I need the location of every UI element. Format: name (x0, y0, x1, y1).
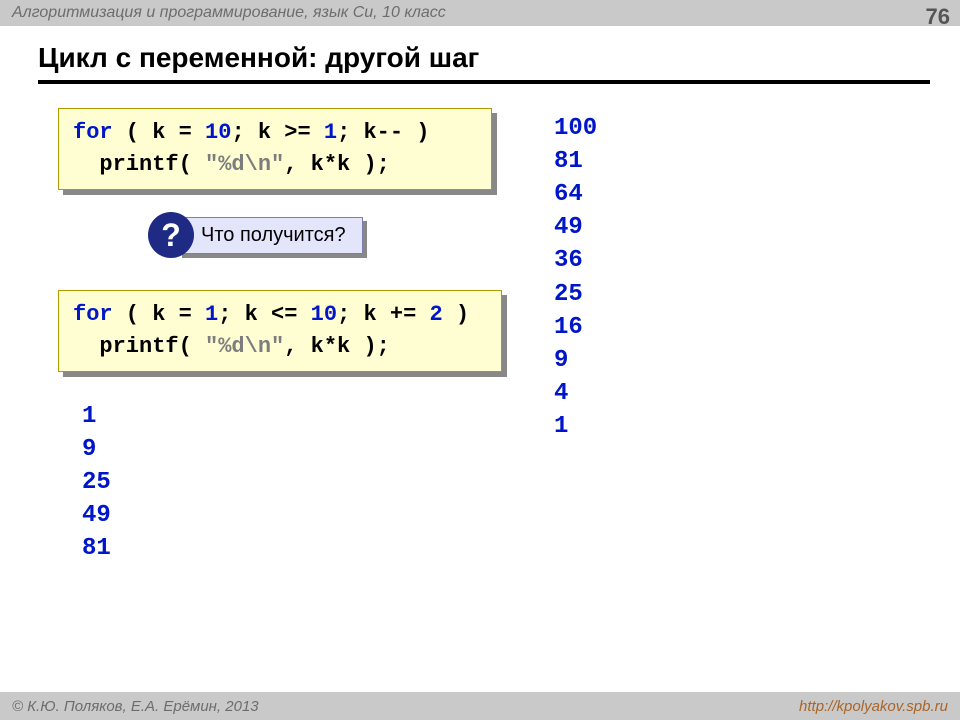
output-left: 1 9 25 49 81 (82, 400, 111, 566)
question-text: Что получится? (178, 217, 363, 254)
footer-url: http://kpolyakov.spb.ru (799, 698, 948, 715)
footer-bar: © К.Ю. Поляков, Е.А. Ерёмин, 2013 http:/… (0, 692, 960, 720)
code1-for: for (73, 120, 113, 145)
page-number: 76 (926, 4, 950, 30)
code2-for: for (73, 302, 113, 327)
question-callout: ? Что получится? (148, 212, 363, 258)
code-block-2: for ( k = 1; k <= 10; k += 2 ) printf( "… (58, 290, 502, 372)
title-area: Цикл с переменной: другой шаг (38, 42, 930, 84)
code-block-1: for ( k = 10; k >= 1; k-- ) printf( "%d\… (58, 108, 492, 190)
question-mark-icon: ? (148, 212, 194, 258)
footer-authors: © К.Ю. Поляков, Е.А. Ерёмин, 2013 (12, 698, 259, 715)
output-right: 100 81 64 49 36 25 16 9 4 1 (554, 112, 597, 443)
page-title: Цикл с переменной: другой шаг (38, 42, 930, 74)
header-subject: Алгоритмизация и программирование, язык … (12, 4, 446, 22)
header-bar: Алгоритмизация и программирование, язык … (0, 0, 960, 26)
